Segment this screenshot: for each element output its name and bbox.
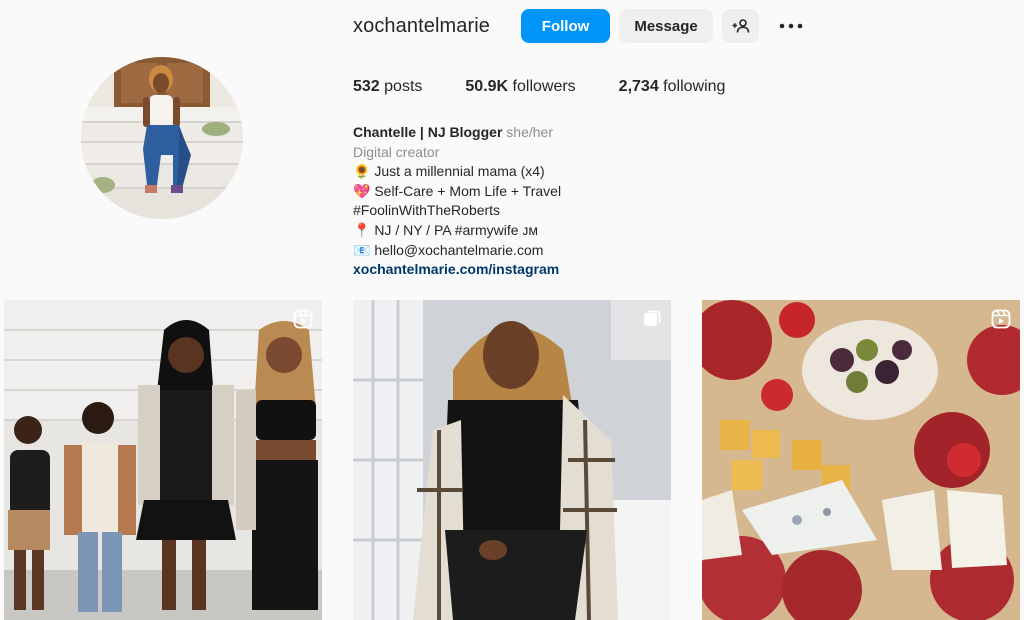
stat-followers-label: followers bbox=[508, 78, 576, 95]
post-thumbnail[interactable] bbox=[702, 300, 1020, 620]
stat-following-label: following bbox=[658, 78, 726, 95]
bio-website-link[interactable]: xochantelmarie.com/instagram bbox=[353, 260, 773, 280]
bio-name-line: Chantelle | NJ Blogger she/her bbox=[353, 123, 773, 143]
category-label: Digital creator bbox=[353, 143, 440, 160]
stat-posts-label: posts bbox=[379, 78, 423, 95]
profile-bio: Chantelle | NJ Blogger she/her Digital c… bbox=[353, 123, 773, 280]
bio-line: 💖 Self-Care + Mom Life + Travel bbox=[353, 182, 562, 199]
posts-grid bbox=[4, 300, 1020, 620]
display-name: Chantelle | NJ Blogger bbox=[353, 124, 503, 140]
carousel-icon bbox=[644, 310, 661, 326]
stat-followers[interactable]: 50.9K followers bbox=[465, 78, 575, 96]
post-image bbox=[4, 300, 322, 620]
stat-following-value: 2,734 bbox=[618, 78, 659, 95]
stat-following[interactable]: 2,734 following bbox=[619, 78, 726, 96]
bio-line: 🌻 Just a millennial mama (x4) bbox=[353, 163, 545, 180]
suggested-accounts-button[interactable] bbox=[722, 9, 760, 43]
profile-username: xochantelmarie bbox=[353, 14, 491, 37]
follow-button[interactable]: Follow bbox=[521, 9, 611, 43]
message-button[interactable]: Message bbox=[619, 9, 714, 43]
reel-icon bbox=[991, 309, 1011, 329]
pronouns: she/her bbox=[506, 124, 553, 140]
stat-posts-value: 532 bbox=[353, 78, 380, 95]
stat-followers-value: 50.9K bbox=[465, 78, 509, 95]
bio-line: 📍 NJ / NY / PA #armywife ᴊᴍ bbox=[353, 221, 538, 238]
post-thumbnail[interactable] bbox=[353, 300, 671, 620]
stat-posts: 532 posts bbox=[353, 78, 422, 96]
post-image bbox=[353, 300, 671, 620]
profile-header: xochantelmarie Follow Message bbox=[353, 9, 806, 43]
bio-line: #FoolinWithTheRoberts bbox=[353, 202, 501, 219]
more-options-button[interactable] bbox=[776, 9, 806, 43]
add-user-icon bbox=[732, 19, 749, 33]
avatar-image bbox=[81, 57, 243, 219]
post-image bbox=[702, 300, 1020, 620]
bio-line: 📧 hello@xochantelmarie.com bbox=[353, 241, 544, 258]
reel-icon bbox=[293, 309, 313, 329]
profile-stats: 532 posts 50.9K followers 2,734 followin… bbox=[353, 78, 768, 96]
post-thumbnail[interactable] bbox=[4, 300, 322, 620]
profile-avatar[interactable] bbox=[81, 57, 243, 219]
more-options-icon bbox=[779, 23, 803, 29]
